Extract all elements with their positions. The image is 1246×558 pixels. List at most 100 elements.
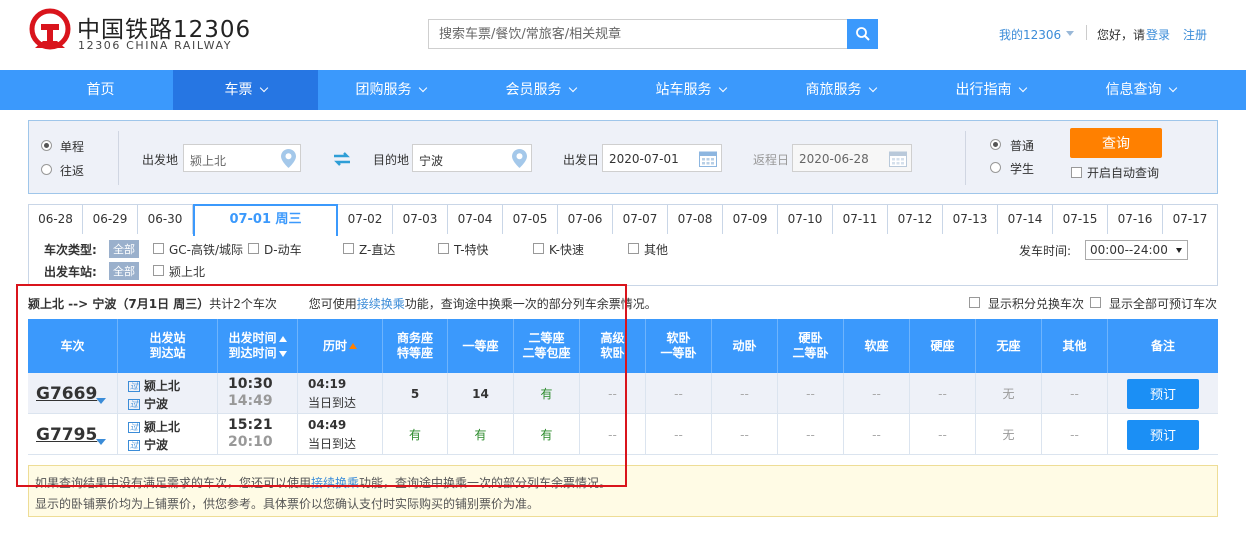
transfer-link[interactable]: 接续换乘 <box>357 297 405 311</box>
station-all-button[interactable]: 全部 <box>109 262 139 280</box>
type-checkbox-t[interactable] <box>438 243 449 254</box>
notice-line: 如果查询结果中没有满足需求的车次，您还可以使用接续换乘功能，查询途中换乘一次的部… <box>35 474 611 491</box>
chevron-down-icon[interactable] <box>1066 31 1074 36</box>
station-checkbox[interactable] <box>153 265 164 276</box>
col-title: 硬座 <box>930 338 955 353</box>
date-tab[interactable]: 07-15 <box>1053 204 1108 235</box>
type-checkbox-other[interactable] <box>628 243 639 254</box>
railway-logo-icon[interactable] <box>27 8 73 54</box>
book-button[interactable]: 预订 <box>1127 419 1199 450</box>
second-class-cell[interactable]: 有 <box>514 414 580 455</box>
main-nav: 首页 车票 团购服务 会员服务 站车服务 商旅服务 出行指南 信息查询 <box>0 70 1246 110</box>
nav-station-service[interactable]: 站车服务 <box>618 70 763 110</box>
chevron-down-icon[interactable] <box>96 439 106 445</box>
first-class-cell[interactable]: 14 <box>448 373 514 414</box>
nav-label: 首页 <box>86 82 115 98</box>
stations-cell: 过颍上北 过宁波 <box>118 414 218 455</box>
soft-sleeper-cell: -- <box>646 414 712 455</box>
from-station-input[interactable]: 颍上北 <box>183 144 301 172</box>
date-tab[interactable]: 07-03 <box>393 204 448 235</box>
type-checkbox-k[interactable] <box>533 243 544 254</box>
site-search-input[interactable] <box>429 20 848 48</box>
business-seat-cell[interactable]: 5 <box>383 373 448 414</box>
business-seat-cell[interactable]: 有 <box>383 414 448 455</box>
date-tab[interactable]: 07-05 <box>503 204 558 235</box>
date-tab[interactable]: 07-08 <box>668 204 723 235</box>
to-station[interactable]: 过宁波 <box>128 395 168 412</box>
date-tab[interactable]: 07-16 <box>1108 204 1163 235</box>
login-link[interactable]: 登录 <box>1146 26 1170 43</box>
type-label: Z-直达 <box>359 243 396 257</box>
departure-time-value: 00:00--24:00 <box>1090 243 1168 257</box>
date-tab[interactable]: 07-02 <box>338 204 393 235</box>
my-account-menu[interactable]: 我的12306 <box>999 26 1061 43</box>
ticket-normal-radio[interactable] <box>990 139 1001 150</box>
round-trip-radio[interactable] <box>41 164 52 175</box>
nav-group-service[interactable]: 团购服务 <box>318 70 463 110</box>
book-button[interactable]: 预订 <box>1127 378 1199 409</box>
first-class-cell[interactable]: 有 <box>448 414 514 455</box>
show-bookable-checkbox[interactable] <box>1090 297 1101 308</box>
date-tab[interactable]: 07-04 <box>448 204 503 235</box>
sort-by-arrival[interactable]: 到达时间 <box>228 346 287 361</box>
date-tab-selected[interactable]: 07-01 周三 <box>193 204 338 236</box>
return-date-value: 2020-06-28 <box>799 152 869 166</box>
register-link[interactable]: 注册 <box>1183 26 1207 43</box>
ticket-query-form: 单程 往返 出发地 颍上北 目的地 宁波 出发日 2020-07-01 返程日 … <box>28 120 1218 194</box>
col-title: 无座 <box>996 338 1021 353</box>
col-stations: 出发站 到达站 <box>118 319 218 373</box>
col-title: 高级 <box>600 331 625 345</box>
col-title: 软卧 <box>600 346 625 360</box>
date-tab[interactable]: 07-10 <box>778 204 833 235</box>
sort-by-departure[interactable]: 出发时间 <box>228 331 287 346</box>
nav-info-query[interactable]: 信息查询 <box>1068 70 1213 110</box>
departure-time-select[interactable]: 00:00--24:00 <box>1085 240 1188 260</box>
depart-date-input[interactable]: 2020-07-01 <box>602 144 722 172</box>
query-button[interactable]: 查询 <box>1070 128 1162 158</box>
show-points-checkbox[interactable] <box>969 297 980 308</box>
date-tab[interactable]: 07-13 <box>943 204 998 235</box>
return-date-input[interactable]: 2020-06-28 <box>792 144 912 172</box>
table-row: G7795 过颍上北 过宁波 15:21 20:10 04:49 当日到达 有 … <box>28 414 1218 455</box>
date-tab[interactable]: 06-28 <box>28 204 83 235</box>
date-tab[interactable]: 06-29 <box>83 204 138 235</box>
date-tab[interactable]: 07-06 <box>558 204 613 235</box>
col-duration[interactable]: 历时 <box>298 319 383 373</box>
nav-business-travel[interactable]: 商旅服务 <box>768 70 913 110</box>
second-class-cell[interactable]: 有 <box>514 373 580 414</box>
nav-tickets[interactable]: 车票 <box>173 70 318 110</box>
transfer-link[interactable]: 接续换乘 <box>311 476 359 490</box>
type-checkbox-gc[interactable] <box>153 243 164 254</box>
type-checkbox-d[interactable] <box>248 243 259 254</box>
form-divider <box>118 131 119 185</box>
date-tab[interactable]: 07-12 <box>888 204 943 235</box>
nav-member-service[interactable]: 会员服务 <box>468 70 613 110</box>
date-tab[interactable]: 06-30 <box>138 204 193 235</box>
train-number-link[interactable]: G7669 <box>36 384 97 404</box>
from-station[interactable]: 过颍上北 <box>128 377 180 394</box>
col-other: 其他 <box>1042 319 1108 373</box>
nav-home[interactable]: 首页 <box>28 70 173 110</box>
to-station-name: 宁波 <box>144 397 169 411</box>
one-way-radio[interactable] <box>41 140 52 151</box>
type-checkbox-z[interactable] <box>343 243 354 254</box>
ticket-student-radio[interactable] <box>990 162 1001 173</box>
from-station[interactable]: 过颍上北 <box>128 418 180 435</box>
nav-travel-guide[interactable]: 出行指南 <box>918 70 1063 110</box>
no-seat-cell: 无 <box>976 414 1042 455</box>
auto-query-checkbox[interactable] <box>1071 167 1082 178</box>
date-tab[interactable]: 07-17 <box>1163 204 1218 235</box>
date-tab[interactable]: 07-14 <box>998 204 1053 235</box>
chevron-down-icon[interactable] <box>96 398 106 404</box>
train-type-all-button[interactable]: 全部 <box>109 240 139 258</box>
date-tab[interactable]: 07-07 <box>613 204 668 235</box>
date-tab[interactable]: 07-09 <box>723 204 778 235</box>
train-number-link[interactable]: G7795 <box>36 425 97 445</box>
to-station[interactable]: 过宁波 <box>128 436 168 453</box>
swap-stations-icon[interactable] <box>333 152 351 166</box>
col-title: 软卧 <box>666 331 691 345</box>
station-label: 颍上北 <box>169 265 206 279</box>
date-tab[interactable]: 07-11 <box>833 204 888 235</box>
to-station-input[interactable]: 宁波 <box>412 144 532 172</box>
search-button[interactable] <box>847 19 878 49</box>
